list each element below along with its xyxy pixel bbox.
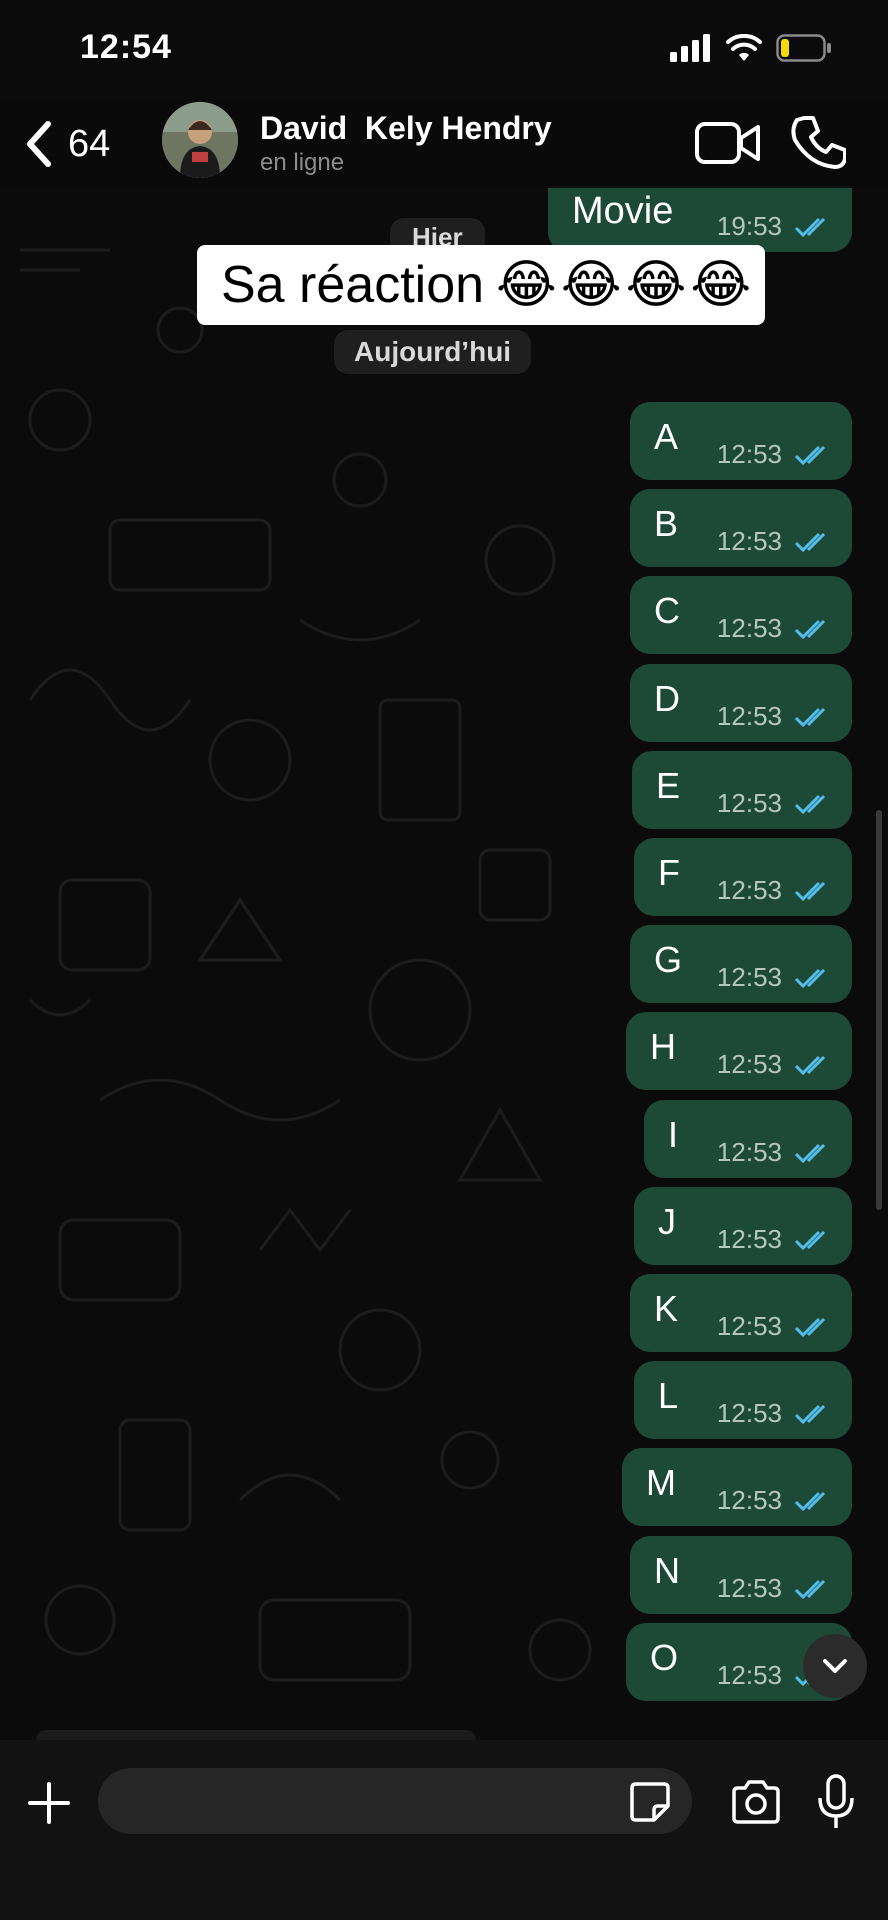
message-bubble[interactable]: G 12:53 — [630, 925, 852, 1004]
contact-status: en ligne — [260, 149, 345, 176]
message-time: 12:53 — [716, 1659, 782, 1690]
status-time: 12:54 — [80, 28, 172, 66]
video-call-icon[interactable] — [694, 118, 762, 168]
double-check-icon — [794, 1056, 826, 1076]
message-time: 12:53 — [716, 962, 782, 993]
message-text: K — [654, 1288, 679, 1329]
unread-count: 64 — [68, 122, 111, 165]
message-bubble[interactable]: F 12:53 — [634, 838, 852, 916]
double-check-icon — [794, 620, 826, 640]
message-time: 12:53 — [716, 1311, 782, 1341]
status-icons — [670, 34, 832, 62]
message-bubble[interactable]: N 12:53 — [630, 1535, 852, 1614]
message-time: 12:53 — [716, 613, 782, 644]
overlay-caption: Sa réaction 😂 😂 😂 😂 — [197, 245, 765, 325]
message-text: C — [654, 590, 680, 632]
message-text: B — [654, 503, 679, 545]
camera-icon[interactable] — [730, 1778, 782, 1826]
message-text: M — [646, 1462, 676, 1504]
message-time: 12:53 — [716, 1136, 782, 1167]
message-time: 12:53 — [716, 1572, 782, 1603]
double-check-icon — [794, 1579, 826, 1599]
message-text: L — [658, 1375, 679, 1417]
wifi-icon — [726, 34, 762, 61]
message-bubble[interactable]: L 12:53 — [634, 1361, 852, 1440]
sticker-icon[interactable] — [628, 1780, 672, 1824]
message-text: J — [658, 1200, 676, 1242]
back-chevron-icon — [27, 121, 51, 167]
message-bubble[interactable]: B 12:53 — [630, 489, 852, 568]
message-text: A — [654, 416, 679, 457]
message-bubble[interactable]: I 12:53 — [644, 1099, 852, 1178]
message-text: I — [668, 1113, 679, 1155]
double-check-icon — [794, 533, 826, 553]
message-bubble[interactable]: C 12:53 — [630, 576, 852, 655]
message-bubble[interactable]: D 12:53 — [630, 663, 852, 742]
message-time: 12:53 — [716, 1485, 782, 1516]
contact-name: David Kely Hendry — [260, 110, 552, 146]
date-separator-today: Aujourd’hui — [334, 330, 532, 374]
double-check-icon — [794, 217, 826, 238]
laughing-emoji: 😂 — [690, 256, 752, 314]
message-bubble-previous[interactable]: Movie 19:53 — [548, 186, 852, 252]
input-bar — [0, 1740, 888, 1920]
double-check-icon — [794, 1405, 826, 1425]
message-text: N — [654, 1549, 680, 1591]
message-time: 12:53 — [716, 700, 782, 731]
message-time: 12:53 — [716, 787, 782, 818]
message-bubble[interactable]: M 12:53 — [622, 1448, 852, 1527]
laughing-emoji: 😂 — [625, 256, 687, 314]
message-text: E — [656, 764, 681, 806]
caption-text: Sa réaction — [221, 256, 485, 314]
message-time: 12:53 — [716, 875, 782, 905]
back-button[interactable]: 64 — [24, 114, 110, 174]
message-bubble[interactable]: E 12:53 — [632, 750, 852, 829]
double-check-icon — [794, 1492, 826, 1512]
double-check-icon — [794, 881, 826, 902]
double-check-icon — [794, 1143, 826, 1163]
double-check-icon — [794, 794, 826, 814]
message-bubble[interactable]: J 12:53 — [634, 1186, 852, 1265]
double-check-icon — [794, 1317, 826, 1338]
message-text: H — [650, 1026, 676, 1068]
double-check-icon — [794, 707, 826, 727]
plus-icon[interactable] — [24, 1778, 74, 1828]
microphone-icon[interactable] — [816, 1774, 856, 1830]
signal-icon — [670, 34, 710, 62]
message-text: F — [658, 852, 680, 893]
message-bubble[interactable]: H 12:53 — [626, 1012, 852, 1091]
message-text: O — [650, 1636, 679, 1678]
double-check-icon — [794, 969, 826, 989]
scroll-down-button[interactable] — [803, 1634, 867, 1698]
message-bubble[interactable]: K 12:53 — [630, 1274, 852, 1352]
laughing-emoji: 😂 — [560, 256, 622, 314]
chevron-down-icon — [823, 1659, 847, 1673]
battery-icon — [776, 34, 831, 62]
contact-info[interactable]: David Kely Hendry en ligne — [260, 110, 552, 177]
message-time: 19:53 — [716, 211, 782, 241]
scroll-indicator[interactable] — [876, 810, 882, 1210]
double-check-icon — [794, 445, 826, 466]
phone-icon[interactable] — [790, 114, 846, 170]
message-text: D — [654, 677, 680, 719]
message-text: Movie — [572, 190, 674, 232]
message-input[interactable] — [98, 1768, 692, 1834]
avatar-image — [162, 102, 238, 178]
avatar[interactable] — [162, 102, 238, 178]
message-time: 12:53 — [716, 1398, 782, 1429]
double-check-icon — [794, 1230, 826, 1250]
laughing-emoji: 😂 — [496, 256, 557, 314]
laughing-emoji-row: 😂 😂 😂 😂 — [496, 255, 751, 315]
chat-header: 64 David Kely Hendry en ligne — [0, 100, 888, 188]
message-time: 12:53 — [716, 1223, 782, 1254]
message-time: 12:53 — [716, 1049, 782, 1080]
message-time: 12:53 — [716, 439, 782, 469]
status-bar: 12:54 — [0, 0, 888, 100]
message-text: G — [654, 939, 683, 981]
message-time: 12:53 — [716, 526, 782, 557]
message-bubble[interactable]: A 12:53 — [630, 402, 852, 480]
